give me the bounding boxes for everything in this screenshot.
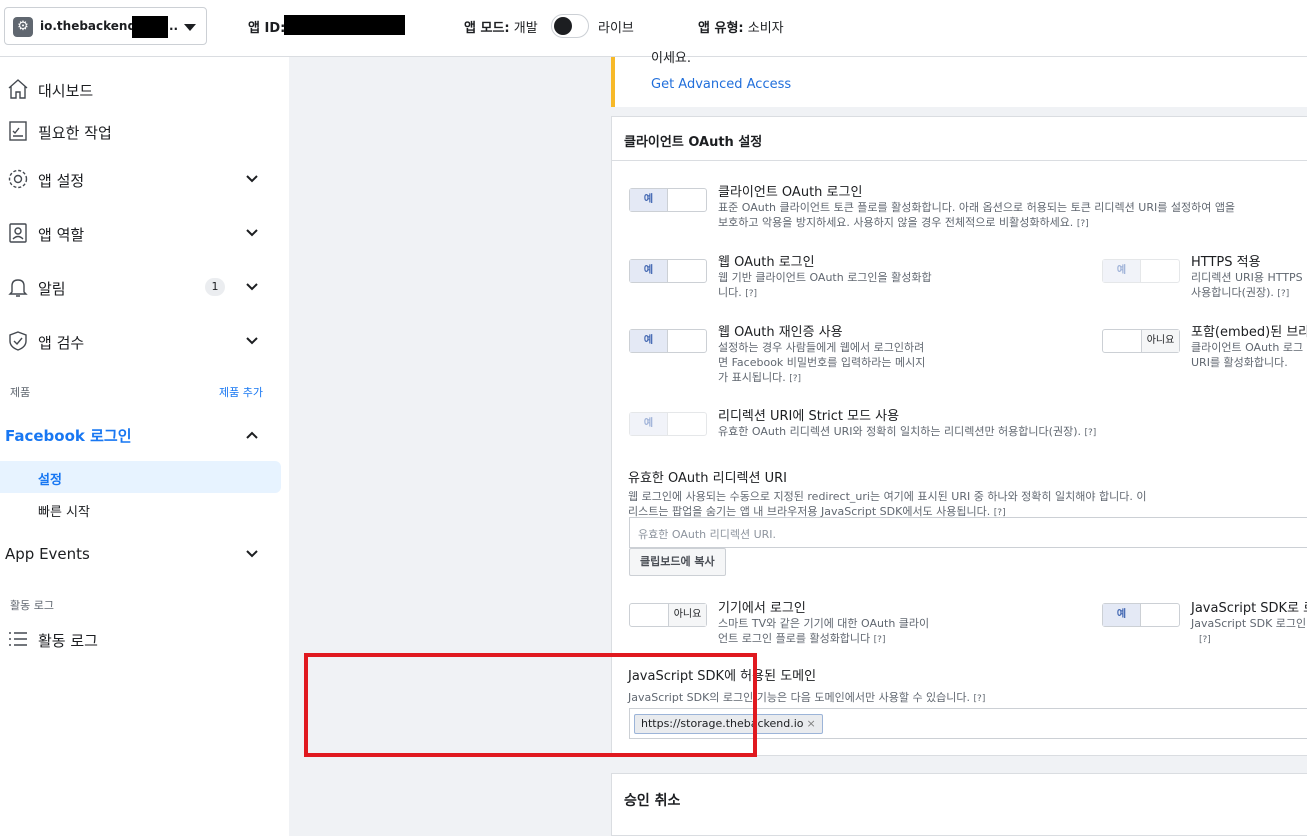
- help-icon: [?]: [1199, 635, 1211, 645]
- app-mode-label: 앱 모드: 개발: [464, 21, 538, 36]
- chevron-down-icon[interactable]: [245, 172, 259, 186]
- advanced-access-notice: 이세요. Get Advanced Access: [611, 51, 1307, 107]
- js-sdk-login-desc: JavaScript SDK 로그인 [?]: [1191, 617, 1307, 645]
- js-sdk-login-title: JavaScript SDK로 로: [1191, 601, 1307, 616]
- help-icon: [?]: [1076, 219, 1089, 229]
- chevron-down-icon[interactable]: [245, 280, 259, 294]
- home-icon: [8, 79, 28, 99]
- sidebar-item-app-events[interactable]: App Events: [0, 534, 289, 574]
- help-icon: [?]: [973, 694, 986, 704]
- device-login-title: 기기에서 로그인: [718, 601, 806, 616]
- embedded-browser-oauth-toggle[interactable]: 아니요: [1102, 329, 1180, 353]
- sidebar-item-app-review[interactable]: 앱 검수: [0, 321, 289, 361]
- notice-text: 이세요.: [651, 51, 692, 66]
- redacted-block: [132, 16, 168, 38]
- web-oauth-login-toggle[interactable]: 예: [629, 259, 707, 283]
- id-badge-icon: [9, 223, 27, 243]
- strict-mode-toggle[interactable]: 예: [629, 412, 707, 436]
- enforce-https-title: HTTPS 적용: [1191, 255, 1261, 270]
- help-icon: [?]: [789, 374, 802, 384]
- chevron-down-icon[interactable]: [245, 334, 259, 348]
- strict-mode-desc: 유효한 OAuth 리디렉션 URI와 정확히 일치하는 리디렉션만 허용합니다…: [718, 425, 1097, 438]
- card-header: 클라이언트 OAuth 설정: [612, 117, 1307, 161]
- bell-icon: [8, 279, 28, 297]
- chevron-up-icon[interactable]: [245, 428, 259, 442]
- app-id-label: 앱 ID:: [248, 21, 286, 36]
- device-login-desc: 스마트 TV와 같은 기기에 대한 OAuth 클라이 언트 로그인 플로를 활성…: [718, 617, 930, 645]
- main-content: 이세요. Get Advanced Access 클라이언트 OAuth 설정 …: [289, 51, 1307, 836]
- embedded-browser-oauth-title: 포함(embed)된 브라: [1191, 325, 1307, 340]
- sidebar-item-settings[interactable]: 설정: [0, 461, 281, 493]
- card-title: 클라이언트 OAuth 설정: [624, 135, 763, 150]
- app-icon: ⚙: [13, 17, 33, 37]
- deauthorize-title: 승인 취소: [624, 793, 681, 809]
- chevron-down-icon[interactable]: [245, 547, 259, 561]
- deauthorize-card: 승인 취소: [611, 773, 1307, 836]
- valid-redirect-uri-input[interactable]: 유효한 OAuth 리디렉션 URI.: [629, 517, 1307, 548]
- web-oauth-reauth-desc: 설정하는 경우 사람들에게 웹에서 로그인하려 면 Facebook 비밀번호를 …: [718, 341, 926, 384]
- app-name-suffix: ..: [169, 19, 179, 33]
- client-oauth-login-title: 클라이언트 OAuth 로그인: [718, 185, 863, 200]
- app-mode-toggle[interactable]: [551, 14, 589, 38]
- help-icon: [?]: [873, 635, 886, 645]
- notification-count-badge: 1: [205, 278, 225, 296]
- sidebar-item-notifications[interactable]: 알림 1: [0, 267, 289, 307]
- live-label: 라이브: [598, 21, 634, 36]
- sidebar-item-activity-log[interactable]: 활동 로그: [0, 619, 289, 659]
- enforce-https-toggle[interactable]: 예: [1102, 259, 1180, 283]
- add-product-link[interactable]: 제품 추가: [219, 384, 263, 400]
- client-oauth-login-desc: 표준 OAuth 클라이언트 토큰 플로를 활성화합니다. 아래 옵션으로 허용…: [718, 201, 1236, 229]
- js-sdk-login-toggle[interactable]: 예: [1102, 603, 1180, 627]
- copy-to-clipboard-button[interactable]: 클립보드에 복사: [629, 548, 726, 576]
- app-name: io.thebackend.: [40, 19, 141, 33]
- toggle-yes: 예: [630, 189, 668, 211]
- close-icon[interactable]: ×: [807, 717, 816, 730]
- sidebar-item-app-settings[interactable]: 앱 설정: [0, 159, 289, 199]
- get-advanced-access-link[interactable]: Get Advanced Access: [651, 77, 791, 92]
- caret-down-icon: [184, 24, 196, 31]
- gear-icon: [8, 169, 28, 189]
- web-oauth-login-desc: 웹 기반 클라이언트 OAuth 로그인을 활성화합 니다. [?]: [718, 271, 932, 299]
- sidebar-item-quick-start[interactable]: 빠른 시작: [0, 493, 281, 525]
- device-login-toggle[interactable]: 아니요: [629, 603, 707, 627]
- toggle-knob: [554, 17, 572, 35]
- sidebar-item-dashboard[interactable]: 대시보드: [0, 69, 289, 109]
- embedded-browser-oauth-desc: 클라이언트 OAuth 로그 URI를 활성화합니다.: [1191, 341, 1304, 369]
- valid-redirect-uri-label: 유효한 OAuth 리디렉션 URI: [628, 471, 787, 486]
- client-oauth-login-toggle[interactable]: 예: [629, 188, 707, 212]
- sidebar-item-required-actions[interactable]: 필요한 작업: [0, 111, 289, 151]
- help-icon: [?]: [1277, 289, 1290, 299]
- app-selector[interactable]: ⚙ io.thebackend. ..: [4, 7, 207, 45]
- app-type-label: 앱 유형: 소비자: [698, 21, 784, 36]
- list-icon: [9, 632, 27, 646]
- products-section-label: 제품: [10, 386, 31, 399]
- activity-section-label: 활동 로그: [10, 599, 54, 612]
- enforce-https-desc: 리디렉션 URI용 HTTPS 사용합니다(권장). [?]: [1191, 271, 1303, 299]
- web-oauth-login-title: 웹 OAuth 로그인: [718, 255, 815, 270]
- web-oauth-reauth-toggle[interactable]: 예: [629, 329, 707, 353]
- sidebar-item-app-roles[interactable]: 앱 역할: [0, 213, 289, 253]
- web-oauth-reauth-title: 웹 OAuth 재인증 사용: [718, 325, 843, 340]
- sidebar-item-facebook-login[interactable]: Facebook 로그인: [5, 425, 132, 446]
- chevron-down-icon[interactable]: [245, 226, 259, 240]
- sidebar: 대시보드 필요한 작업 앱 설정 앱 역할 알림 1 앱 검수 제품 제품 추가…: [0, 57, 289, 836]
- strict-mode-title: 리디렉션 URI에 Strict 모드 사용: [718, 409, 900, 424]
- shield-check-icon: [9, 331, 27, 351]
- help-icon: [?]: [1084, 428, 1097, 438]
- checklist-icon: [9, 121, 27, 141]
- help-icon: [?]: [745, 289, 758, 299]
- redacted-app-id: [284, 15, 405, 35]
- highlight-annotation-box: [304, 653, 757, 757]
